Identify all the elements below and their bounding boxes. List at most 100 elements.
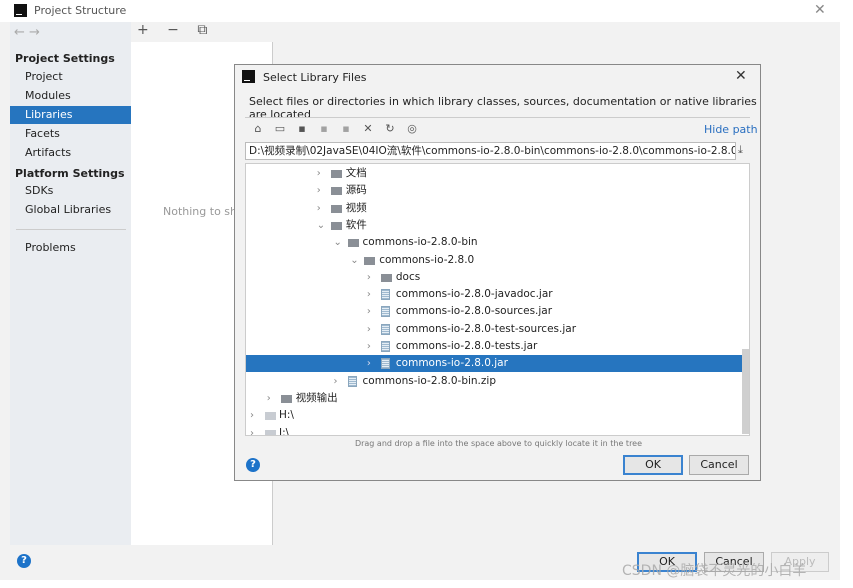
jar-file-icon <box>380 341 390 352</box>
tree-row[interactable]: › commons-io-2.8.0.jar <box>246 355 742 373</box>
tree-row-label: docs <box>395 270 421 283</box>
tree-row[interactable]: › 源码 <box>246 182 742 199</box>
chevron-right-icon[interactable]: › <box>334 373 338 390</box>
chevron-right-icon[interactable]: › <box>267 390 271 407</box>
jar-file-icon <box>380 358 390 370</box>
tree-row-label: commons-io-2.8.0-bin <box>362 236 478 249</box>
sidebar-item-modules[interactable]: Modules <box>10 87 131 105</box>
chevron-right-icon[interactable]: › <box>317 165 321 182</box>
folder-icon <box>364 256 376 265</box>
desktop-icon[interactable]: ▭ <box>273 122 287 135</box>
tree-row[interactable]: ⌄ 软件 <box>246 217 742 234</box>
sidebar-item-libraries[interactable]: Libraries <box>10 106 131 124</box>
window-title: Project Structure <box>34 4 127 17</box>
dialog-ok-button[interactable]: OK <box>623 455 683 475</box>
tree-row[interactable]: › commons-io-2.8.0-tests.jar <box>246 338 742 355</box>
chevron-right-icon[interactable]: › <box>367 338 371 355</box>
new-folder-icon[interactable]: ▪ <box>339 122 353 135</box>
tree-row-label: commons-io-2.8.0 <box>379 253 475 266</box>
tree-row-label: commons-io-2.8.0-test-sources.jar <box>395 322 577 335</box>
tree-row-label: commons-io-2.8.0.jar <box>395 357 508 370</box>
chevron-right-icon[interactable]: › <box>250 425 254 436</box>
project-folder-icon[interactable]: ▪ <box>295 122 309 135</box>
refresh-icon[interactable]: ↻ <box>383 122 397 135</box>
divider <box>245 117 750 118</box>
dialog-title: Select Library Files <box>263 71 367 84</box>
tree-row[interactable]: › commons-io-2.8.0-bin.zip <box>246 373 742 390</box>
intellij-logo-icon <box>14 4 27 17</box>
chevron-right-icon[interactable]: › <box>317 182 321 199</box>
drive-icon <box>265 429 276 435</box>
dialog-cancel-button[interactable]: Cancel <box>689 455 749 475</box>
chevron-right-icon[interactable]: › <box>367 321 371 338</box>
project-settings-heading: Project Settings <box>15 52 115 65</box>
sidebar-item-sdks[interactable]: SDKs <box>10 182 131 200</box>
sidebar-item-artifacts[interactable]: Artifacts <box>10 144 131 162</box>
chevron-down-icon[interactable]: ⌄ <box>334 234 342 251</box>
tree-row-label: commons-io-2.8.0-sources.jar <box>395 305 553 318</box>
download-icon[interactable]: ⤓ <box>738 143 743 157</box>
folder-icon <box>330 221 342 230</box>
path-input[interactable]: D:\视频录制\02JavaSE\04IO流\软件\commons-io-2.8… <box>245 142 736 160</box>
tree-row[interactable]: › commons-io-2.8.0-sources.jar <box>246 303 742 320</box>
folder-icon <box>380 273 392 282</box>
tree-row[interactable]: › I:\ <box>246 425 742 436</box>
platform-settings-heading: Platform Settings <box>15 167 125 180</box>
chevron-right-icon[interactable]: › <box>367 355 371 372</box>
delete-icon[interactable]: ✕ <box>361 122 375 135</box>
tree-row-label: H:\ <box>279 409 294 422</box>
chevron-down-icon[interactable]: ⌄ <box>317 217 325 234</box>
folder-icon <box>347 239 359 248</box>
tree-row-label: 源码 <box>345 184 367 197</box>
tree-row[interactable]: ⌄ commons-io-2.8.0 <box>246 252 742 269</box>
tree-row-label: commons-io-2.8.0-bin.zip <box>362 374 497 387</box>
tree-row[interactable]: › H:\ <box>246 407 742 424</box>
tree-row-label: 软件 <box>345 218 367 231</box>
tree-row[interactable]: › docs <box>246 269 742 286</box>
title-bar: Project Structure ✕ <box>0 0 840 22</box>
tree-row[interactable]: › commons-io-2.8.0-javadoc.jar <box>246 286 742 303</box>
chevron-right-icon[interactable]: › <box>250 407 254 424</box>
home-icon[interactable]: ⌂ <box>251 122 265 135</box>
chevron-right-icon[interactable]: › <box>367 303 371 320</box>
tree-row[interactable]: › commons-io-2.8.0-test-sources.jar <box>246 321 742 338</box>
chevron-right-icon[interactable]: › <box>367 269 371 286</box>
folder-icon <box>330 170 342 178</box>
sidebar-item-project[interactable]: Project <box>10 68 131 86</box>
chevron-down-icon[interactable]: ⌄ <box>350 252 358 269</box>
drag-drop-hint: Drag and drop a file into the space abov… <box>354 439 643 448</box>
sidebar-item-problems[interactable]: Problems <box>10 239 131 257</box>
folder-icon <box>280 394 292 403</box>
tree-row[interactable]: › 视频输出 <box>246 390 742 407</box>
folder-icon <box>330 204 342 213</box>
file-tree[interactable]: › 文档 › 源码 › 视频 ⌄ 软件 ⌄ commons-io-2.8.0-bin ⌄ common… <box>245 163 750 436</box>
watermark: CSDN @脑袋不灵光的小白羊 <box>622 563 807 579</box>
hide-path-link[interactable]: Hide path <box>704 123 758 136</box>
chevron-right-icon[interactable]: › <box>367 286 371 303</box>
jar-file-icon <box>347 375 357 387</box>
tree-row[interactable]: › 视频 <box>246 200 742 217</box>
tree-row-label: I:\ <box>279 426 290 436</box>
sidebar-item-facets[interactable]: Facets <box>10 125 131 143</box>
library-toolbar[interactable]: + − ⧉ <box>131 22 273 42</box>
file-toolbar: ⌂ ▭ ▪ ▪ ▪ ✕ ↻ ◎ <box>251 122 419 135</box>
back-forward-arrows[interactable]: ← → <box>14 25 40 40</box>
scrollbar[interactable] <box>742 349 749 434</box>
show-hidden-icon[interactable]: ◎ <box>405 122 419 135</box>
close-icon[interactable]: ✕ <box>814 2 826 18</box>
close-icon[interactable]: ✕ <box>735 68 747 84</box>
tree-row-label: commons-io-2.8.0-javadoc.jar <box>395 288 553 301</box>
module-folder-icon[interactable]: ▪ <box>317 122 331 135</box>
tree-row-label: 视频 <box>345 201 367 214</box>
help-icon[interactable]: ? <box>246 458 260 472</box>
tree-row[interactable]: › 文档 <box>246 165 742 182</box>
intellij-logo-icon <box>242 70 255 83</box>
chevron-right-icon[interactable]: › <box>317 200 321 217</box>
help-icon[interactable]: ? <box>17 554 31 568</box>
sidebar-item-global-libraries[interactable]: Global Libraries <box>10 201 131 219</box>
sidebar: ← → Project Settings Project Modules Lib… <box>10 22 131 545</box>
select-library-files-dialog: Select Library Files ✕ Select files or d… <box>234 64 761 481</box>
folder-icon <box>330 187 342 196</box>
tree-row[interactable]: ⌄ commons-io-2.8.0-bin <box>246 234 742 251</box>
jar-file-icon <box>380 323 390 335</box>
